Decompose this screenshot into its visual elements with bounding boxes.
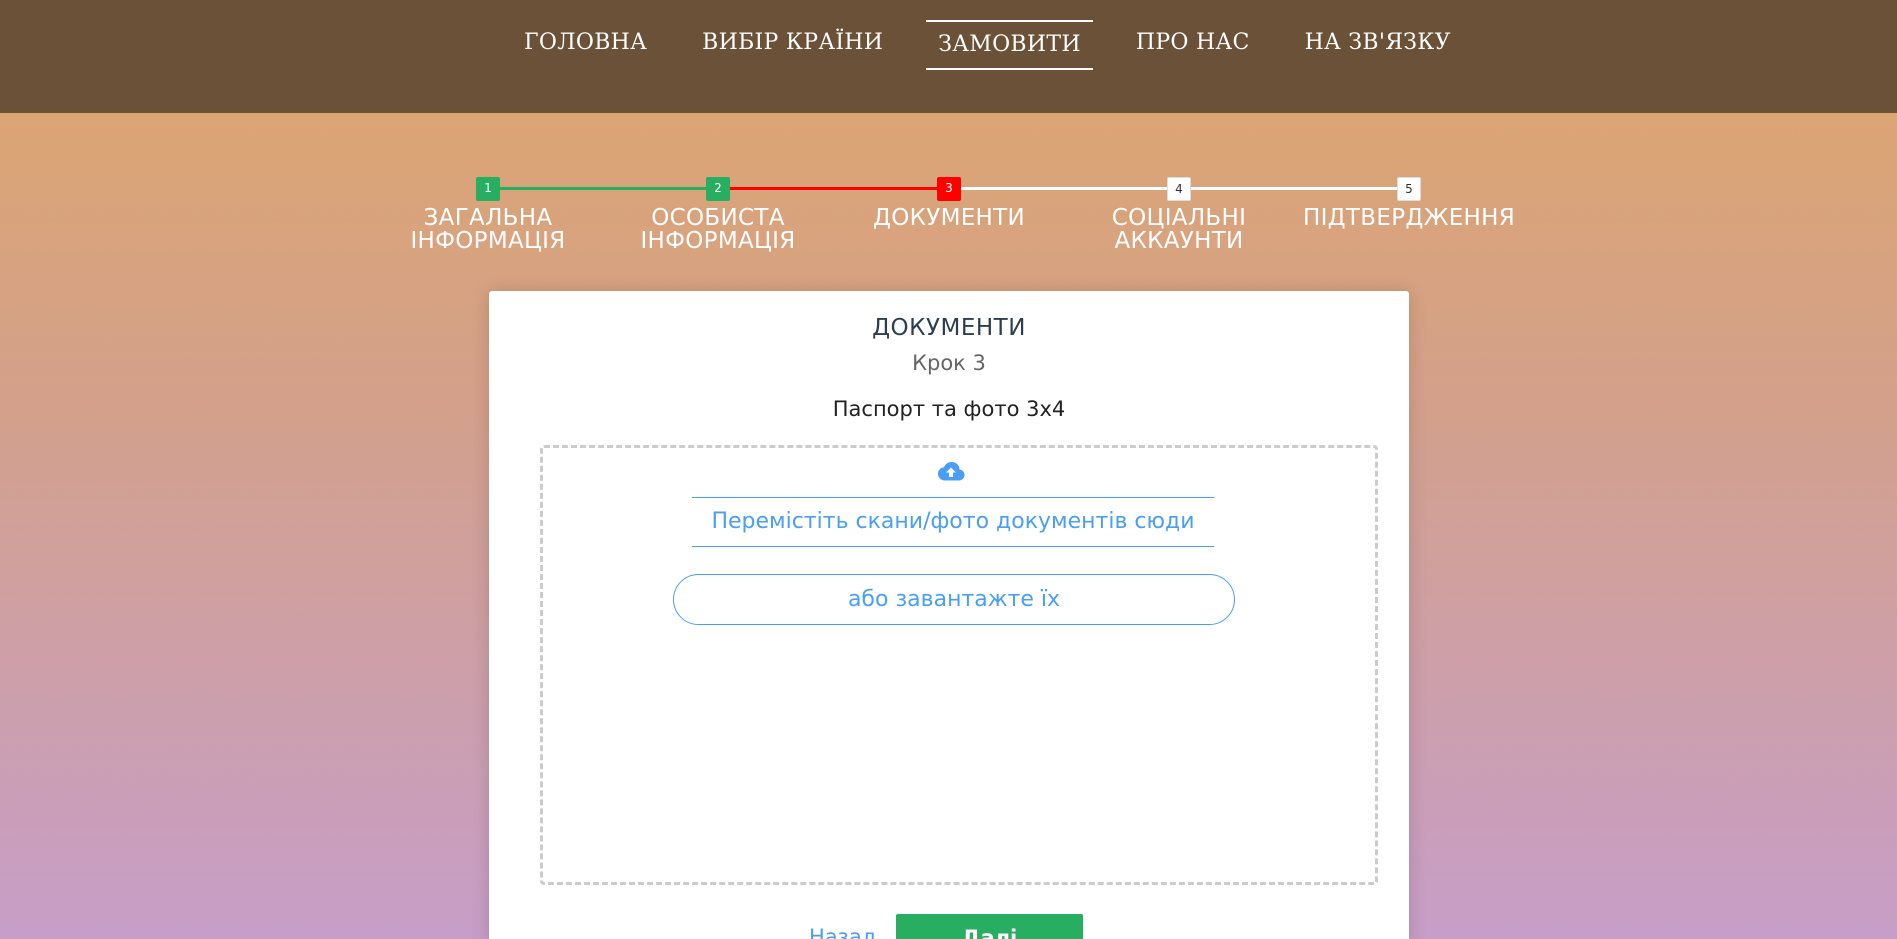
step-connector-4-5 — [1191, 187, 1397, 190]
upload-files-button[interactable]: або завантажте їх — [673, 574, 1235, 625]
form-card: ДОКУМЕНТИ Крок 3 Паспорт та фото 3х4 Пер… — [489, 291, 1409, 939]
step-1-indicator[interactable]: 1 — [476, 177, 500, 201]
step-2-indicator[interactable]: 2 — [706, 177, 730, 201]
step-1-label: ЗАГАЛЬНА ІНФОРМАЦІЯ — [410, 205, 566, 254]
step-connector-2-3 — [730, 187, 937, 190]
form-title: ДОКУМЕНТИ — [872, 315, 1026, 341]
next-button[interactable]: Далі — [896, 914, 1083, 939]
step-4-label: СОЦІАЛЬНІ АККАУНТИ — [1111, 205, 1247, 254]
step-4-indicator[interactable]: 4 — [1167, 177, 1191, 201]
back-button[interactable]: Назад — [809, 925, 876, 939]
step-connector-3-4 — [961, 187, 1167, 190]
cloud-upload-icon[interactable] — [936, 460, 966, 484]
form-step-subtitle: Крок 3 — [912, 351, 986, 375]
step-5-indicator[interactable]: 5 — [1397, 177, 1421, 201]
progress-stepper: 1 2 3 4 5 ЗАГАЛЬНА ІНФОРМАЦІЯ ОСОБИСТА І… — [0, 0, 1897, 270]
step-5-label: ПІДТВЕРДЖЕННЯ — [1302, 205, 1516, 231]
file-dropzone[interactable]: Перемістіть скани/фото документів сюди а… — [540, 445, 1378, 885]
step-2-label: ОСОБИСТА ІНФОРМАЦІЯ — [640, 205, 796, 254]
step-connector-1-2 — [500, 187, 706, 190]
step-3-indicator[interactable]: 3 — [937, 177, 961, 201]
document-field-label: Паспорт та фото 3х4 — [832, 397, 1066, 421]
dropzone-instruction: Перемістіть скани/фото документів сюди — [692, 497, 1214, 547]
step-3-label: ДОКУМЕНТИ — [872, 205, 1026, 231]
